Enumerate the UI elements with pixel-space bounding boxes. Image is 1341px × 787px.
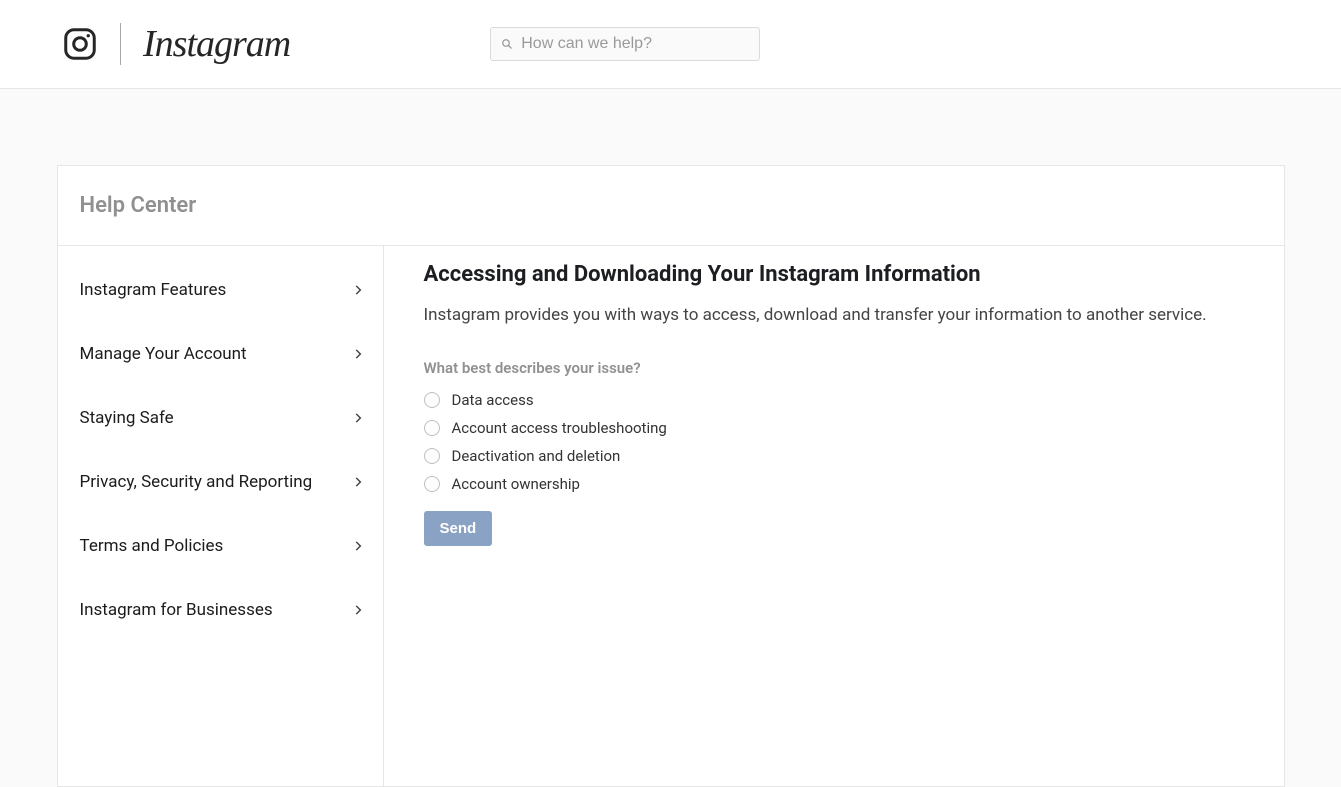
chevron-right-icon: [351, 283, 365, 297]
top-bar: Instagram: [0, 0, 1341, 89]
radio-icon: [424, 448, 440, 464]
chevron-right-icon: [351, 539, 365, 553]
radio-label: Account ownership: [452, 475, 580, 493]
search-icon: [501, 38, 513, 50]
content-heading: Accessing and Downloading Your Instagram…: [424, 262, 1244, 287]
radio-label: Account access troubleshooting: [452, 419, 667, 437]
radio-label: Deactivation and deletion: [452, 447, 621, 465]
radio-option-account-ownership[interactable]: Account ownership: [424, 475, 1244, 493]
radio-icon: [424, 392, 440, 408]
sidebar-item-staying-safe[interactable]: Staying Safe: [58, 386, 383, 450]
sidebar-item-label: Privacy, Security and Reporting: [80, 472, 313, 492]
radio-icon: [424, 420, 440, 436]
sidebar-item-businesses[interactable]: Instagram for Businesses: [58, 578, 383, 642]
radio-icon: [424, 476, 440, 492]
search-box[interactable]: [490, 27, 760, 61]
sidebar-item-instagram-features[interactable]: Instagram Features: [58, 258, 383, 322]
chevron-right-icon: [351, 411, 365, 425]
radio-option-account-access-troubleshooting[interactable]: Account access troubleshooting: [424, 419, 1244, 437]
logo-group[interactable]: Instagram: [62, 22, 290, 66]
sidebar-item-label: Terms and Policies: [80, 536, 224, 556]
content-intro: Instagram provides you with ways to acce…: [424, 305, 1244, 325]
send-button[interactable]: Send: [424, 511, 493, 546]
sidebar-item-label: Staying Safe: [80, 408, 174, 428]
search-wrap: [490, 27, 760, 61]
logo-divider: [120, 23, 121, 65]
page-title: Help Center: [80, 193, 1264, 218]
sidebar-item-manage-account[interactable]: Manage Your Account: [58, 322, 383, 386]
main-content: Accessing and Downloading Your Instagram…: [384, 246, 1284, 786]
issue-options: Data access Account access troubleshooti…: [424, 391, 1244, 493]
chevron-right-icon: [351, 347, 365, 361]
sidebar-nav: Instagram Features Manage Your Account S…: [58, 246, 384, 786]
radio-option-deactivation-deletion[interactable]: Deactivation and deletion: [424, 447, 1244, 465]
sidebar-item-terms-policies[interactable]: Terms and Policies: [58, 514, 383, 578]
sidebar-item-label: Manage Your Account: [80, 344, 247, 364]
sidebar-item-privacy-security-reporting[interactable]: Privacy, Security and Reporting: [58, 450, 383, 514]
instagram-glyph-icon: [62, 26, 98, 62]
chevron-right-icon: [351, 603, 365, 617]
sidebar-item-label: Instagram for Businesses: [80, 600, 273, 620]
form-question-label: What best describes your issue?: [424, 359, 1244, 377]
chevron-right-icon: [351, 475, 365, 489]
radio-label: Data access: [452, 391, 534, 409]
instagram-wordmark: Instagram: [143, 22, 290, 66]
sidebar-item-label: Instagram Features: [80, 280, 227, 300]
search-input[interactable]: [521, 35, 749, 53]
page-header: Help Center: [58, 166, 1284, 246]
help-center-card: Help Center Instagram Features Manage Yo…: [57, 165, 1285, 787]
radio-option-data-access[interactable]: Data access: [424, 391, 1244, 409]
